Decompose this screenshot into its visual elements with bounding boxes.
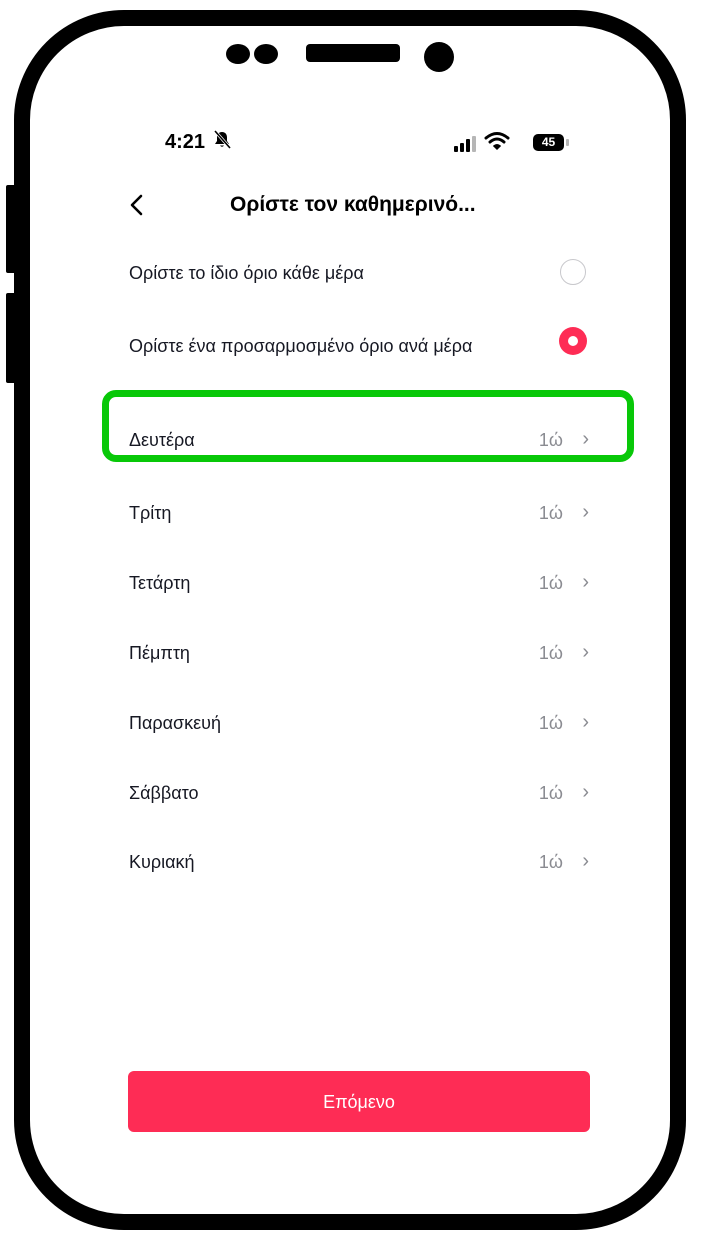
next-button[interactable]: Επόμενο <box>128 1071 590 1132</box>
signal-icon <box>454 146 458 152</box>
day-limit-value: 1ώ <box>538 713 563 733</box>
day-row-wednesday[interactable]: Τετάρτη 1ώ › <box>129 571 589 603</box>
day-row-tuesday[interactable]: Τρίτη 1ώ › <box>129 501 589 533</box>
phone-notch <box>226 42 456 72</box>
chevron-right-icon: › <box>582 711 589 733</box>
battery-tip <box>566 139 569 146</box>
chevron-right-icon: › <box>582 641 589 663</box>
day-label: Παρασκευή <box>129 713 222 733</box>
day-label: Τετάρτη <box>129 573 191 593</box>
day-row-sunday[interactable]: Κυριακή 1ώ › <box>129 850 589 882</box>
day-limit-value: 1ώ <box>538 852 563 872</box>
status-time: 4:21 <box>165 131 206 153</box>
highlight-box <box>102 390 634 462</box>
chevron-right-icon: › <box>582 501 589 523</box>
signal-bar <box>460 143 464 152</box>
front-camera <box>424 42 454 72</box>
day-limit-value: 1ώ <box>538 643 563 663</box>
day-limit-value: 1ώ <box>538 503 563 523</box>
battery-icon: 45 <box>533 134 564 151</box>
wifi-icon <box>484 130 510 158</box>
radio-same-limit[interactable] <box>560 259 586 285</box>
sensor-dot <box>226 44 250 64</box>
day-limit-value: 1ώ <box>538 783 563 803</box>
status-icons: 45 <box>454 130 574 158</box>
chevron-right-icon: › <box>582 850 589 872</box>
sensor-dot <box>254 44 278 64</box>
radio-custom-limit-selected[interactable] <box>559 327 587 355</box>
day-row-thursday[interactable]: Πέμπτη 1ώ › <box>129 641 589 673</box>
day-label: Πέμπτη <box>129 643 190 663</box>
day-label: Τρίτη <box>129 503 172 523</box>
chevron-right-icon: › <box>582 571 589 593</box>
signal-bar <box>466 139 470 152</box>
chevron-right-icon: › <box>582 781 589 803</box>
day-row-friday[interactable]: Παρασκευή 1ώ › <box>129 711 589 743</box>
option-custom-limit-label[interactable]: Ορίστε ένα προσαρμοσμένο όριο ανά μέρα <box>129 335 519 357</box>
day-label: Σάββατο <box>129 783 199 803</box>
chevron-left-icon[interactable] <box>125 188 155 222</box>
bell-slash-icon <box>213 130 232 155</box>
day-row-saturday[interactable]: Σάββατο 1ώ › <box>129 781 589 813</box>
day-label: Κυριακή <box>129 852 195 872</box>
option-same-limit-label[interactable]: Ορίστε το ίδιο όριο κάθε μέρα <box>129 262 519 284</box>
page-title: Ορίστε τον καθημερινό... <box>230 193 476 216</box>
day-limit-value: 1ώ <box>538 573 563 593</box>
signal-bar <box>472 136 476 152</box>
earpiece-speaker <box>306 44 400 62</box>
